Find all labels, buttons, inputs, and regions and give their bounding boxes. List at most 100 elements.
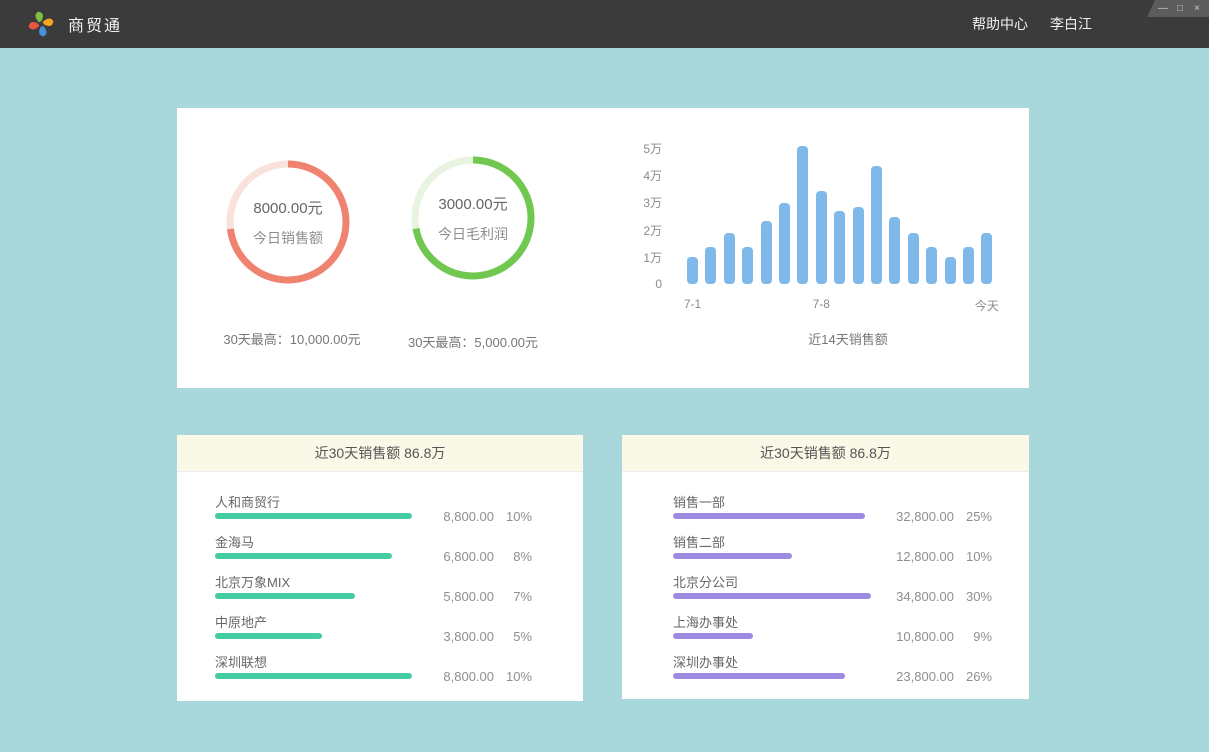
- rank-item-amount: 5,800.00: [412, 589, 494, 604]
- bar-day-9: [834, 211, 845, 284]
- list-item: 北京分公司 34,800.0030%: [673, 569, 992, 609]
- rank-item-values: 34,800.0030%: [872, 589, 992, 604]
- list-item: 销售一部 32,800.0025%: [673, 489, 992, 529]
- rank-item-values: 10,800.009%: [872, 629, 992, 644]
- sales-14d-bar-chart: 7-1 7-8 今天 近14天销售额: [687, 108, 1009, 348]
- rank-item-label: 销售一部: [673, 492, 725, 511]
- bar-day-12: [889, 217, 900, 284]
- bar-day-3: [724, 233, 735, 284]
- bar-day-14: [926, 247, 937, 284]
- list-item: 深圳办事处 23,800.0026%: [673, 649, 992, 689]
- rank-item-amount: 10,800.00: [872, 629, 954, 644]
- list-item: 人和商贸行 8,800.0010%: [215, 489, 532, 529]
- rank-item-bar: [215, 673, 412, 679]
- y-axis-tick: 0: [655, 277, 662, 291]
- bar-day-2: [705, 247, 716, 284]
- rank-item-percent: 25%: [954, 509, 992, 524]
- sales-30d-max-caption: 30天最高：10,000.00元: [223, 329, 360, 348]
- rank-item-label: 人和商贸行: [215, 492, 280, 511]
- titlebar: 商贸通 帮助中心 李白江 — □ ×: [0, 0, 1209, 48]
- overview-card: 8000.00元 今日销售额 30天最高：10,000.00元 3000.00元…: [177, 108, 1029, 388]
- rank-item-label: 北京万象MIX: [215, 572, 290, 591]
- customer-rank-list: 人和商贸行8,800.0010%金海马6,800.008%北京万象MIX5,80…: [177, 472, 583, 689]
- bar-day-7: [797, 146, 808, 284]
- close-icon[interactable]: ×: [1192, 4, 1202, 14]
- rank-item-percent: 7%: [494, 589, 532, 604]
- y-axis-tick: 5万: [643, 140, 662, 157]
- rank-item-values: 8,800.0010%: [412, 669, 532, 684]
- rank-item-label: 中原地产: [215, 612, 267, 631]
- list-item: 上海办事处10,800.009%: [673, 609, 992, 649]
- rank-item-amount: 8,800.00: [412, 669, 494, 684]
- bar-day-6: [779, 203, 790, 284]
- rank-item-bar: [673, 553, 792, 559]
- username-link[interactable]: 李白江: [1050, 14, 1092, 34]
- rank-item-percent: 10%: [494, 509, 532, 524]
- rank-item-percent: 10%: [954, 549, 992, 564]
- rank-item-percent: 30%: [954, 589, 992, 604]
- rank-item-percent: 5%: [494, 629, 532, 644]
- rank-item-percent: 26%: [954, 669, 992, 684]
- rank-item-bar: [673, 513, 865, 519]
- rank-item-label: 深圳联想: [215, 652, 267, 671]
- rank-item-label: 深圳办事处: [673, 652, 738, 671]
- rank-item-percent: 9%: [954, 629, 992, 644]
- today-sales-donut: 8000.00元 今日销售额: [223, 157, 353, 287]
- help-center-link[interactable]: 帮助中心: [972, 14, 1028, 34]
- rank-item-bar: [673, 673, 845, 679]
- dept-rank-header: 近30天销售额 86.8万: [622, 435, 1029, 472]
- y-axis-tick: 3万: [643, 194, 662, 211]
- customer-rank-header: 近30天销售额 86.8万: [177, 435, 583, 472]
- bar-day-13: [908, 233, 919, 284]
- bar-day-4: [742, 247, 753, 284]
- rank-item-bar: [673, 633, 753, 639]
- x-axis-label: 7-8: [813, 297, 830, 311]
- rank-item-bar: [673, 593, 871, 599]
- rank-item-amount: 32,800.00: [872, 509, 954, 524]
- y-axis-tick: 2万: [643, 222, 662, 239]
- list-item: 北京万象MIX 5,800.007%: [215, 569, 532, 609]
- rank-item-amount: 34,800.00: [872, 589, 954, 604]
- bar-day-11: [871, 166, 882, 284]
- bar-day-8: [816, 191, 827, 284]
- profit-30d-max-caption: 30天最高：5,000.00元: [408, 332, 538, 351]
- rank-item-values: 12,800.0010%: [872, 549, 992, 564]
- rank-item-amount: 3,800.00: [412, 629, 494, 644]
- rank-item-label: 销售二部: [673, 532, 725, 551]
- bar-chart-plot: [687, 108, 1009, 284]
- rank-item-percent: 8%: [494, 549, 532, 564]
- rank-item-values: 23,800.0026%: [872, 669, 992, 684]
- rank-item-values: 6,800.008%: [412, 549, 532, 564]
- rank-item-amount: 8,800.00: [412, 509, 494, 524]
- app-logo-pinwheel-icon: [27, 10, 55, 38]
- bar-day-17: [981, 233, 992, 284]
- y-axis-tick: 1万: [643, 249, 662, 266]
- today-sales-label: 今日销售额: [253, 228, 323, 248]
- bar-day-16: [963, 247, 974, 284]
- maximize-icon[interactable]: □: [1175, 4, 1185, 14]
- x-axis-label: 7-1: [684, 297, 701, 311]
- rank-item-amount: 23,800.00: [872, 669, 954, 684]
- list-item: 金海马 6,800.008%: [215, 529, 532, 569]
- minimize-icon[interactable]: —: [1158, 4, 1168, 14]
- today-profit-value: 3000.00元: [438, 193, 507, 214]
- list-item: 中原地产 3,800.005%: [215, 609, 532, 649]
- rank-item-amount: 6,800.00: [412, 549, 494, 564]
- bar-day-1: [687, 257, 698, 284]
- app-title: 商贸通: [68, 12, 122, 36]
- rank-item-label: 金海马: [215, 532, 254, 551]
- rank-item-amount: 12,800.00: [872, 549, 954, 564]
- rank-item-label: 北京分公司: [673, 572, 738, 591]
- list-item: 销售二部 12,800.0010%: [673, 529, 992, 569]
- window-controls: — □ ×: [1147, 0, 1209, 17]
- today-sales-value: 8000.00元: [253, 197, 322, 218]
- dept-rank-list: 销售一部 32,800.0025% 销售二部 12,800.0010% 北京分公司 34,…: [622, 472, 1029, 689]
- rank-item-bar: [215, 553, 392, 559]
- bar-day-10: [853, 207, 864, 284]
- customer-rank-card: 近30天销售额 86.8万 人和商贸行8,800.0010%金海马6,800.0…: [177, 435, 583, 701]
- rank-item-values: 5,800.007%: [412, 589, 532, 604]
- x-axis-label: 今天: [975, 297, 999, 314]
- rank-item-bar: [215, 513, 412, 519]
- bar-chart-title: 近14天销售额: [687, 329, 1009, 348]
- rank-item-values: 8,800.0010%: [412, 509, 532, 524]
